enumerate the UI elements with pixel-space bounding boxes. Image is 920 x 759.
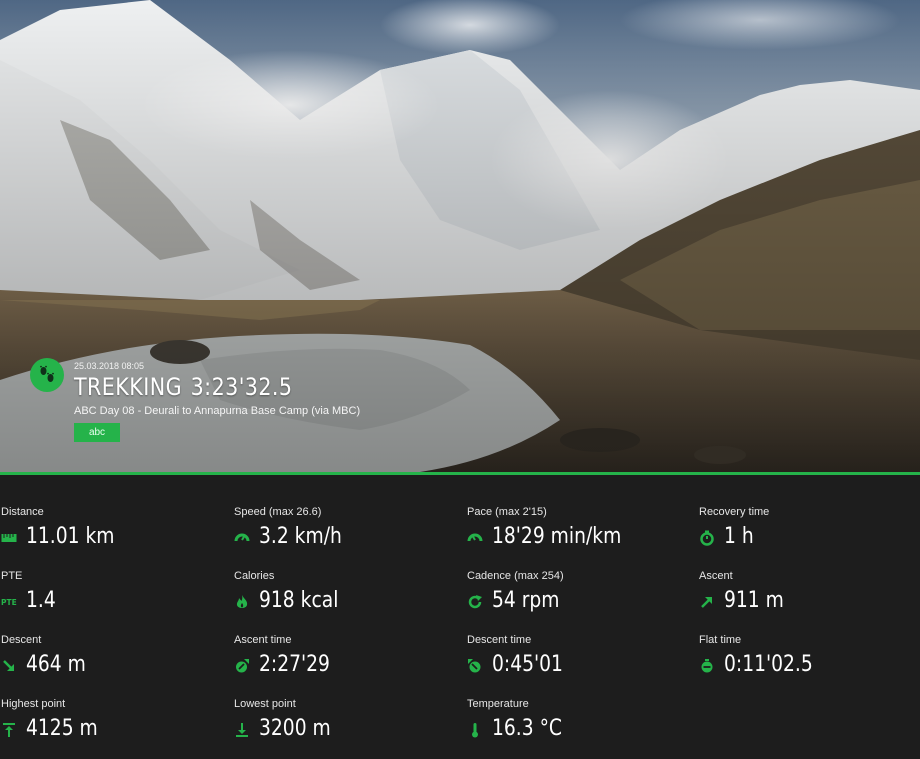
stat-max: (max 26.6) xyxy=(268,506,322,518)
stat-label: Descent xyxy=(1,634,42,646)
activity-duration: 3:23'32.5 xyxy=(190,373,293,401)
stat-highest-point: Highest point 4125 m xyxy=(0,667,230,741)
mountain-landscape-image xyxy=(0,0,920,472)
stat-descent-time: Descent time 0:45'01 xyxy=(466,603,696,677)
stat-distance: Distance 11.01 km xyxy=(0,475,230,549)
activity-title: TREKKING 3:23'32.5 xyxy=(74,373,292,401)
stat-calories: Calories 918 kcal xyxy=(233,539,463,613)
stat-label: Lowest point xyxy=(234,698,296,710)
stat-max: (max 254) xyxy=(514,570,564,582)
activity-description: ABC Day 08 - Deurali to Annapurna Base C… xyxy=(74,405,361,417)
stat-label: Descent time xyxy=(467,634,532,646)
activity-type-label: TREKKING xyxy=(74,373,183,401)
stat-label: Ascent xyxy=(699,570,733,582)
stat-value: 3200 m xyxy=(259,716,331,741)
stat-label: Recovery time xyxy=(699,506,770,518)
hero-photo: 25.03.2018 08:05 TREKKING 3:23'32.5 ABC D… xyxy=(0,0,920,472)
stat-value: 0:11'02.5 xyxy=(724,652,813,677)
stat-temperature: Temperature 16.3 °C xyxy=(466,667,696,741)
stat-descent: Descent 464 m xyxy=(0,603,230,677)
stat-recovery-time: Recovery time 1 h xyxy=(698,475,920,549)
stat-max: (max 2'15) xyxy=(495,506,547,518)
stat-label: Pace (max 2'15) xyxy=(467,506,547,518)
thermometer-icon xyxy=(467,722,483,738)
stat-value: 4125 m xyxy=(26,716,98,741)
stat-speed: Speed (max 26.6) 3.2 km/h xyxy=(233,475,463,549)
stat-label: PTE xyxy=(1,570,23,582)
stats-grid: Distance 11.01 km Speed (max 26.6) 3.2 k… xyxy=(0,475,920,759)
clock-flat-icon xyxy=(699,658,715,674)
stat-cadence: Cadence (max 254) 54 rpm xyxy=(466,539,696,613)
footprints-icon xyxy=(40,365,54,382)
stat-label: Distance xyxy=(1,506,44,518)
activity-type-badge xyxy=(30,358,64,392)
stat-ascent: Ascent 911 m xyxy=(698,539,920,613)
stat-pte: PTE PTE 1.4 xyxy=(0,539,230,613)
stat-label: Speed (max 26.6) xyxy=(234,506,322,518)
stat-label: Temperature xyxy=(467,698,529,710)
stat-pace: Pace (max 2'15) 18'29 min/km xyxy=(466,475,696,549)
stat-label: Highest point xyxy=(1,698,66,710)
activity-date: 25.03.2018 08:05 xyxy=(74,361,145,371)
stat-flat-time: Flat time 0:11'02.5 xyxy=(698,603,920,677)
stat-label: Cadence (max 254) xyxy=(467,570,564,582)
arrow-to-bottom-icon xyxy=(234,722,250,738)
activity-tag[interactable]: abc xyxy=(74,423,120,442)
stat-label: Ascent time xyxy=(234,634,292,646)
stat-lowest-point: Lowest point 3200 m xyxy=(233,667,463,741)
stat-value: 16.3 °C xyxy=(492,716,562,741)
stat-label: Calories xyxy=(234,570,275,582)
stat-ascent-time: Ascent time 2:27'29 xyxy=(233,603,463,677)
stat-label: Flat time xyxy=(699,634,742,646)
arrow-to-top-icon xyxy=(1,722,17,738)
